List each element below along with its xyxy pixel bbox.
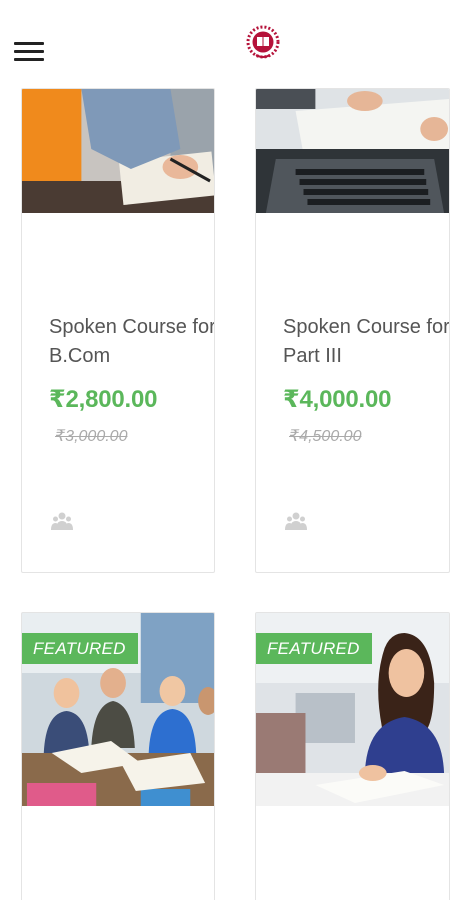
hamburger-menu-icon[interactable] [14,40,44,62]
top-bar [0,0,469,88]
featured-course-card[interactable]: FEATURED [255,612,450,900]
course-old-price: ₹3,000.00 [55,428,128,445]
course-price: ₹2,800.00 [49,386,158,413]
institute-logo[interactable] [242,24,284,60]
course-image[interactable] [256,89,449,213]
course-image[interactable] [22,89,214,213]
featured-course-card[interactable]: FEATURED [21,612,215,900]
course-price: ₹4,000.00 [283,386,392,413]
course-title[interactable]: Spoken Course for B.Com [49,313,214,371]
course-title[interactable]: Spoken Course for Part III [283,313,449,371]
featured-badge: FEATURED [22,633,138,664]
students-icon [51,511,73,531]
course-card[interactable]: Spoken Course for B.Com ₹2,800.00 ₹3,000… [21,88,215,573]
students-icon [285,511,307,531]
course-card[interactable]: Spoken Course for Part III ₹4,000.00 ₹4,… [255,88,450,573]
featured-badge: FEATURED [256,633,372,664]
course-old-price: ₹4,500.00 [289,428,362,445]
